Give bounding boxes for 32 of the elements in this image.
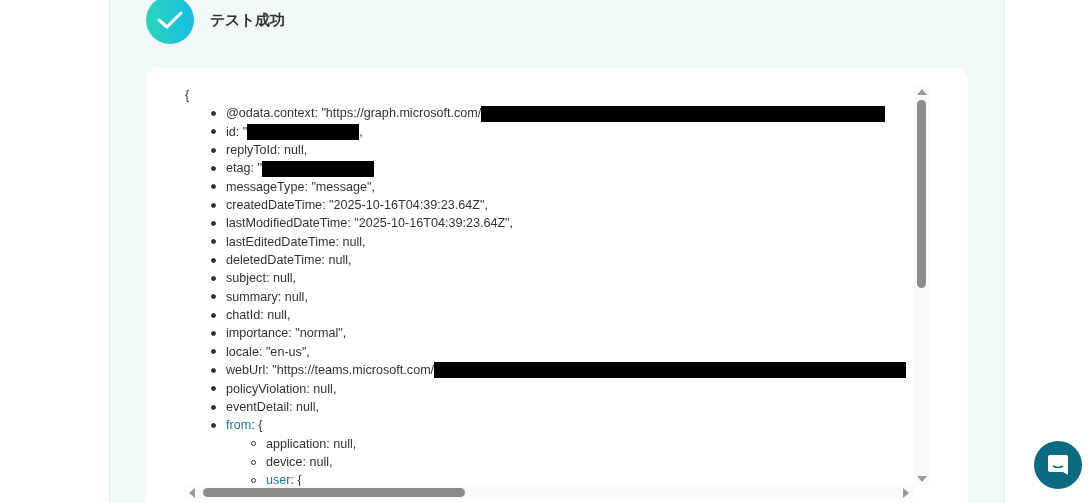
code-line: user: { <box>266 472 302 486</box>
vertical-scrollbar[interactable] <box>914 86 929 486</box>
code-line: deletedDateTime: null, <box>226 252 352 270</box>
code-line: webUrl: "https://teams.microsoft.com/ <box>226 362 435 380</box>
code-line: @odata.context: "https://graph.microsoft.com/ <box>226 105 482 123</box>
code-line: importance: "normal", <box>226 325 347 343</box>
code-line: createdDateTime: "2025-10-16T04:39:23.64Z", <box>226 197 488 215</box>
code-line: replyToId: null, <box>226 142 308 160</box>
scroll-right-icon[interactable] <box>902 487 910 498</box>
code-line: etag: " <box>226 160 262 178</box>
code-line: messageType: "message", <box>226 178 375 196</box>
code-line: lastModifiedDateTime: "2025-10-16T04:39:23.64Z", <box>226 215 514 233</box>
test-result-title: テスト成功 <box>210 10 285 30</box>
scroll-up-icon[interactable] <box>916 88 927 96</box>
code-line: device: null, <box>266 453 333 471</box>
chat-button[interactable] <box>1034 441 1082 489</box>
code-brace: { <box>185 87 191 104</box>
code-line: chatId: null, <box>226 307 291 325</box>
code-line: summary: null, <box>226 288 308 306</box>
code-line: application: null, <box>266 435 357 453</box>
code-line: policyViolation: null, <box>226 380 337 398</box>
scroll-left-icon[interactable] <box>188 487 196 498</box>
scroll-down-icon[interactable] <box>916 475 927 483</box>
code-punctuation: , <box>359 123 363 141</box>
code-line: from: { <box>226 417 263 435</box>
code-line: subject: null, <box>226 270 296 288</box>
chat-bubble-icon <box>1047 454 1069 476</box>
code-line: id: " <box>226 123 248 141</box>
code-line: eventDetail: null, <box>226 398 320 416</box>
code-line: lastEditedDateTime: null, <box>226 233 366 251</box>
horizontal-scrollbar[interactable] <box>185 486 914 499</box>
code-line: locale: "en-us", <box>226 343 310 361</box>
